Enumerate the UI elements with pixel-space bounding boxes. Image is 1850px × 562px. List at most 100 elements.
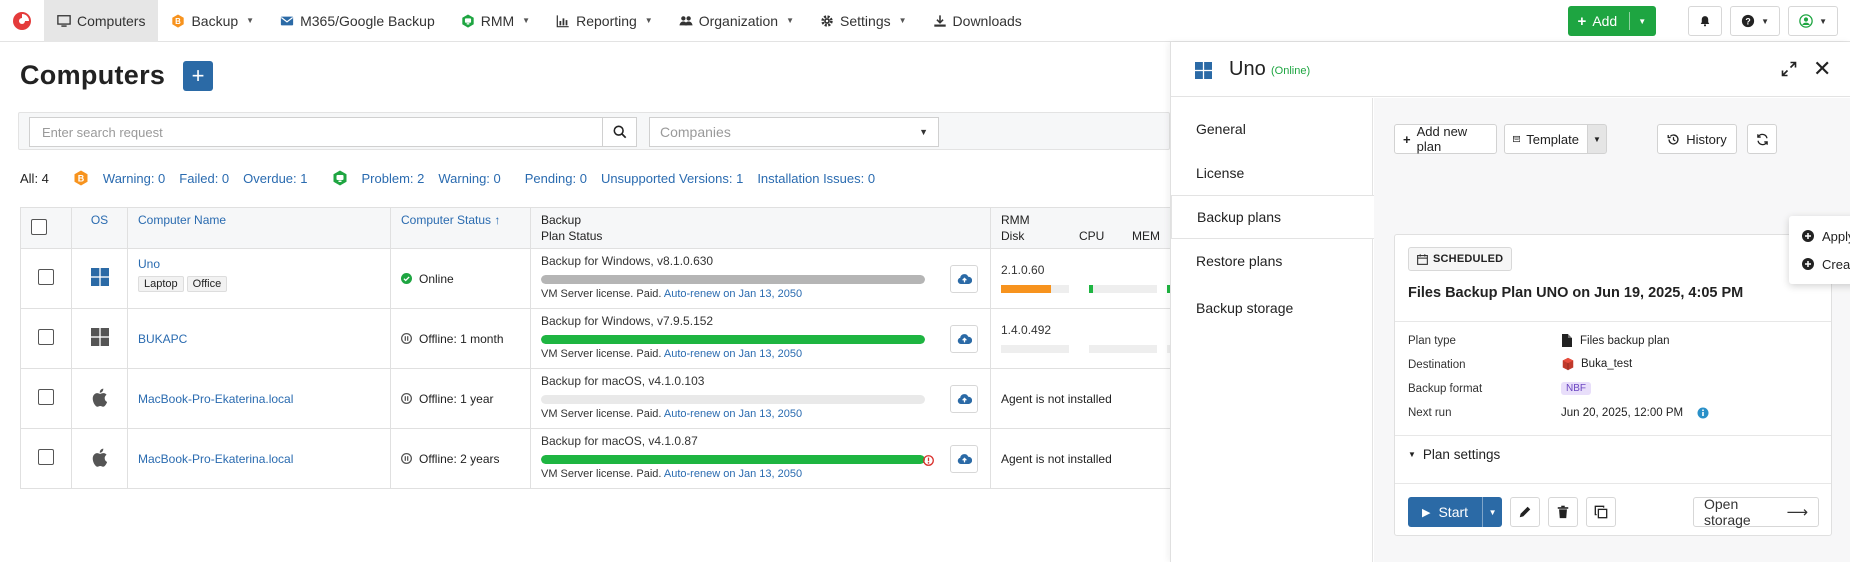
refresh-icon [1756,133,1768,145]
close-panel-button[interactable]: ✕ [1813,58,1831,80]
nav-item-reporting[interactable]: Reporting ▼ [543,0,666,42]
backup-now-button[interactable] [950,325,978,353]
table-row[interactable]: MacBook-Pro-Ekaterina.local Offline: 1 ye… [20,368,1312,429]
panel-nav-backup-plans[interactable]: Backup plans [1171,195,1375,239]
license-info: VM Server license. Paid. Auto-renew on J… [541,468,803,480]
start-button-group: ▶ Start ▼ [1408,497,1503,527]
summary-other-installation-issues[interactable]: Installation Issues: 0 [757,171,875,186]
cloud-upload-icon [957,454,972,464]
template-button[interactable]: Template [1504,124,1588,154]
nbf-badge: NBF [1561,382,1591,395]
nav-item-organization[interactable]: Organization ▼ [666,0,807,42]
start-button[interactable]: ▶ Start [1408,497,1483,527]
notifications-button[interactable] [1688,6,1723,36]
row-checkbox[interactable] [38,389,54,405]
open-storage-button[interactable]: Open storage ⟶ [1693,496,1819,528]
dropdown-create-template[interactable]: Create template [1789,250,1850,278]
plus-circle-icon [1802,230,1814,242]
delete-plan-button[interactable] [1548,497,1579,527]
companies-select[interactable]: Companies ▼ [649,117,939,147]
status-text: Offline: 1 year [419,391,494,406]
disk-header: Disk [1001,229,1025,243]
computer-name-link[interactable]: Uno [138,257,160,271]
history-button[interactable]: History [1657,124,1737,154]
auto-renew-link[interactable]: Auto-renew on Jan 13, 2050 [664,288,802,300]
computer-tag[interactable]: Laptop [138,276,184,292]
computer-name-header[interactable]: Computer Name [127,207,391,249]
status-summary: All: 4 B Warning: 0 Failed: 0 Overdue: 1 P… [20,168,889,188]
select-all-checkbox[interactable] [31,218,47,235]
table-row[interactable]: Uno Laptop Office Online Backup for Windows,… [20,248,1312,309]
backup-plan-card: SCHEDULED Files Backup Plan UNO on Jun 1… [1394,234,1832,536]
table-row[interactable]: MacBook-Pro-Ekaterina.local Offline: 2 ye… [20,428,1312,489]
row-checkbox[interactable] [38,449,54,465]
computer-name-link[interactable]: BUKAPC [138,332,187,346]
add-button[interactable]: + Add ▼ [1567,6,1657,36]
backup-now-button[interactable] [950,385,978,413]
plan-actions: ▶ Start ▼ Open storage ⟶ [1408,496,1819,528]
help-button[interactable]: ? ▼ [1730,6,1781,36]
os-header[interactable]: OS [71,207,128,249]
expand-icon [1781,61,1797,77]
storage-icon [1562,357,1574,371]
brand-logo[interactable] [0,0,44,42]
auto-renew-link[interactable]: Auto-renew on Jan 13, 2050 [664,348,802,360]
plan-settings-toggle[interactable]: ▼ Plan settings [1408,447,1500,462]
row-checkbox[interactable] [38,329,54,345]
computer-status-header[interactable]: Computer Status ↑ [390,207,531,249]
summary-backup-warning[interactable]: Warning: 0 [103,171,165,186]
gear-icon [820,14,834,28]
computer-name-link[interactable]: MacBook-Pro-Ekaterina.local [138,392,293,406]
svg-text:B: B [176,17,182,26]
auto-renew-link[interactable]: Auto-renew on Jan 13, 2050 [664,468,802,480]
dropdown-apply-template[interactable]: Apply template [1789,222,1850,250]
nav-item-rmm[interactable]: RMM ▼ [448,0,543,42]
add-computer-button[interactable]: + [183,61,213,91]
summary-all: All: 4 [20,170,49,186]
backup-now-button[interactable] [950,445,978,473]
edit-plan-button[interactable] [1510,497,1541,527]
backup-version: Backup for macOS, v4.1.0.87 [541,434,698,448]
table-row[interactable]: BUKAPC Offline: 1 month Backup for Windows… [20,308,1312,369]
panel-nav-restore-plans[interactable]: Restore plans [1171,239,1373,283]
expand-button[interactable] [1781,61,1797,80]
copy-plan-button[interactable] [1586,497,1617,527]
nav-item-settings[interactable]: Settings ▼ [807,0,920,42]
search-icon [613,125,626,139]
os-cell [71,248,128,309]
start-options-toggle[interactable]: ▼ [1482,497,1503,527]
search-button[interactable] [603,117,637,147]
summary-backup-failed[interactable]: Failed: 0 [179,171,229,186]
warning-icon[interactable] [923,455,934,469]
panel-nav-license[interactable]: License [1171,151,1373,195]
auto-renew-link[interactable]: Auto-renew on Jan 13, 2050 [664,408,802,420]
plan-status-bar [541,335,925,344]
row-checkbox[interactable] [38,269,54,285]
summary-backup-overdue[interactable]: Overdue: 1 [243,171,307,186]
panel-nav-backup-storage[interactable]: Backup storage [1171,286,1373,330]
backup-format-label: Backup format [1408,383,1483,395]
summary-rmm-warning[interactable]: Warning: 0 [438,171,500,186]
backup-now-button[interactable] [950,265,978,293]
nav-item-computers[interactable]: Computers [44,0,159,42]
computer-name-link[interactable]: MacBook-Pro-Ekaterina.local [138,452,293,466]
cpu-usage-fill [1089,285,1094,293]
add-new-plan-button[interactable]: + Add new plan [1394,124,1497,154]
panel-nav-general[interactable]: General [1171,107,1373,151]
nav-item-m365-google-backup[interactable]: M365/Google Backup [267,0,448,42]
panel-online-status: (Online) [1271,65,1311,77]
user-menu-button[interactable]: ▼ [1788,6,1838,36]
template-dropdown-toggle[interactable]: ▼ [1587,124,1607,154]
summary-other-pending[interactable]: Pending: 0 [525,171,587,186]
nav-item-backup[interactable]: B Backup ▼ [158,0,267,42]
bar-chart-icon [556,14,570,28]
info-icon[interactable] [1697,407,1709,419]
search-input[interactable] [29,117,603,147]
license-info: VM Server license. Paid. Auto-renew on J… [541,408,803,420]
nav-item-downloads[interactable]: Downloads [920,0,1035,42]
refresh-button[interactable] [1747,124,1777,154]
summary-other-unsupported-versions[interactable]: Unsupported Versions: 1 [601,171,743,186]
computer-tag[interactable]: Office [186,276,228,292]
page-title: Computers [20,60,166,90]
summary-rmm-problem[interactable]: Problem: 2 [362,171,425,186]
